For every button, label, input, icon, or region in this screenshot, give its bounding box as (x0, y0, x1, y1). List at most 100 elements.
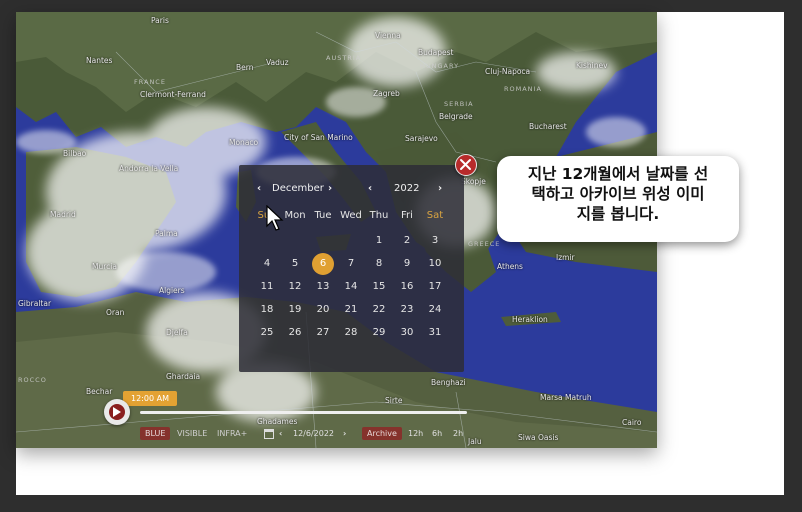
calendar-icon[interactable] (264, 427, 274, 440)
tooltip-callout: 지난 12개월에서 날짜를 선 택하고 아카이브 위성 이미 지를 봅니다. (497, 156, 739, 242)
interval-12h-button[interactable]: 12h (408, 427, 423, 440)
city-label: Bilbao (63, 149, 87, 158)
next-month-icon[interactable]: › (328, 183, 332, 194)
city-label: Ghardaia (166, 372, 201, 381)
calendar-day[interactable]: 7 (337, 254, 365, 274)
month-label: December (272, 183, 324, 194)
calendar-day[interactable]: 31 (421, 323, 449, 343)
timeline-slider[interactable] (140, 411, 467, 414)
interval-2h-button[interactable]: 2h (453, 427, 463, 440)
prev-year-icon[interactable]: ‹ (368, 183, 372, 194)
calendar-day-label: 19 (288, 304, 302, 315)
prev-month-icon[interactable]: ‹ (257, 183, 261, 194)
calendar-day[interactable]: 10 (421, 254, 449, 274)
calendar-day[interactable]: 30 (393, 323, 421, 343)
band-infrared-button[interactable]: INFRA+ (217, 427, 247, 440)
city-label: Madrid (50, 210, 76, 219)
calendar-day-label: 25 (260, 327, 274, 338)
calendar-day-label: 10 (428, 258, 442, 269)
city-label: Nantes (86, 56, 113, 65)
calendar-day[interactable]: 27 (309, 323, 337, 343)
date-picker: ‹ December › ‹ 2022 › SunMonTueWedThuFri… (239, 165, 464, 372)
city-label: Oran (106, 308, 125, 317)
play-icon (113, 407, 121, 417)
city-label: Algiers (159, 286, 185, 295)
weekday-header: Thu (369, 210, 389, 221)
calendar-day[interactable]: 1 (365, 231, 393, 251)
calendar-day-label: 7 (347, 258, 355, 269)
calendar-day-label: 31 (428, 327, 442, 338)
calendar-day-label: 24 (428, 304, 442, 315)
calendar-day-label: 30 (400, 327, 414, 338)
city-label: Marsa Matruh (540, 393, 592, 402)
calendar-day[interactable]: 3 (421, 231, 449, 251)
calendar-day-label: 9 (403, 258, 411, 269)
next-date-icon[interactable]: › (343, 427, 346, 440)
time-badge: 12:00 AM (123, 391, 177, 406)
calendar-day-label: 18 (260, 304, 274, 315)
city-label: Skopje (461, 177, 486, 186)
weekday-header: Mon (284, 210, 306, 221)
city-label: Benghazi (431, 378, 466, 387)
city-label: City of San Marino (284, 133, 353, 142)
date-field[interactable]: 12/6/2022 (293, 427, 334, 440)
city-label: Cluj-Napoca (485, 67, 531, 76)
year-label: 2022 (394, 183, 420, 194)
calendar-day[interactable]: 25 (253, 323, 281, 343)
city-label: Gibraltar (18, 299, 52, 308)
callout-line: 택하고 아카이브 위성 이미 (531, 185, 705, 203)
band-blue-button[interactable]: BLUE (140, 427, 171, 440)
calendar-day-label: 1 (375, 235, 383, 246)
callout-line: 지난 12개월에서 날짜를 선 (527, 165, 709, 183)
calendar-day-label: 22 (372, 304, 386, 315)
calendar-day-label: 23 (400, 304, 414, 315)
calendar-day-label: 21 (344, 304, 358, 315)
calendar-day[interactable]: 23 (393, 300, 421, 320)
calendar-day[interactable]: 4 (253, 254, 281, 274)
city-label: Athens (497, 262, 523, 271)
city-label: Jalu (468, 437, 482, 446)
calendar-day[interactable]: 26 (281, 323, 309, 343)
interval-6h-button[interactable]: 6h (432, 427, 442, 440)
next-year-icon[interactable]: › (438, 183, 442, 194)
calendar-day[interactable]: 18 (253, 300, 281, 320)
country-label: GREECE (468, 240, 501, 248)
calendar-day[interactable]: 19 (281, 300, 309, 320)
calendar-day[interactable]: 12 (281, 277, 309, 297)
weekday-header: Wed (340, 210, 362, 221)
weekday-header: Sat (426, 210, 444, 221)
calendar-day-selected[interactable]: 6 (309, 253, 337, 275)
calendar-day[interactable]: 29 (365, 323, 393, 343)
calendar-day-label: 8 (375, 258, 383, 269)
country-label: ROCCO (18, 376, 47, 384)
city-label: Ghadames (257, 417, 298, 426)
calendar-day[interactable]: 17 (421, 277, 449, 297)
calendar-day[interactable]: 24 (421, 300, 449, 320)
calendar-day[interactable]: 28 (337, 323, 365, 343)
archive-button[interactable]: Archive (362, 427, 402, 440)
calendar-day[interactable]: 8 (365, 254, 393, 274)
calendar-day[interactable]: 15 (365, 277, 393, 297)
city-label: Bechar (86, 387, 113, 396)
calendar-day[interactable]: 13 (309, 277, 337, 297)
calendar-day[interactable]: 9 (393, 254, 421, 274)
calendar-day[interactable]: 22 (365, 300, 393, 320)
calendar-day[interactable]: 14 (337, 277, 365, 297)
city-label: Palma (155, 229, 178, 238)
calendar-day[interactable]: 16 (393, 277, 421, 297)
calendar-day-label: 6 (312, 253, 334, 275)
calendar-day[interactable]: 5 (281, 254, 309, 274)
band-visible-button[interactable]: VISIBLE (177, 427, 207, 440)
close-tooltip-button[interactable] (455, 154, 477, 176)
country-label: HUNGARY (420, 62, 460, 70)
city-label: Paris (151, 16, 169, 25)
calendar-day[interactable]: 21 (337, 300, 365, 320)
calendar-day[interactable]: 20 (309, 300, 337, 320)
city-label: Clermont-Ferrand (140, 90, 206, 99)
calendar-day[interactable]: 2 (393, 231, 421, 251)
calendar-day[interactable]: 11 (253, 277, 281, 297)
mouse-cursor-icon (266, 205, 284, 231)
calendar-day-label: 11 (260, 281, 274, 292)
prev-date-icon[interactable]: ‹ (279, 427, 282, 440)
country-label: SERBIA (444, 100, 474, 108)
